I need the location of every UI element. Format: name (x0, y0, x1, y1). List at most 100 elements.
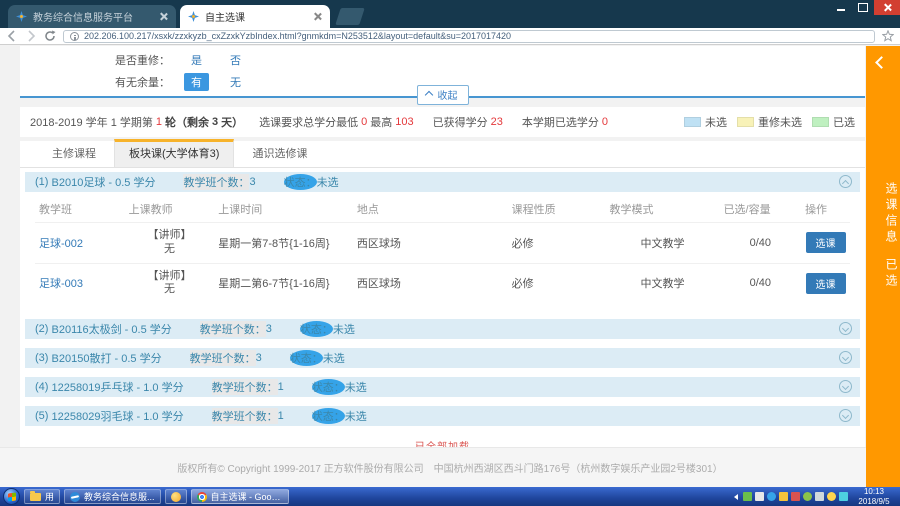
legend-retake-label: 重修未选 (758, 114, 802, 130)
teacher-name: 无 (129, 283, 211, 297)
capacity: 0/40 (720, 263, 802, 303)
maximize-icon[interactable] (852, 0, 874, 15)
arrow-left-icon[interactable] (875, 56, 888, 69)
load-more-text[interactable]: ......已全部加载...... (25, 438, 860, 447)
select-course-button[interactable]: 选课 (806, 273, 846, 294)
col-mode: 教学模式 (605, 196, 719, 223)
tray-icon-4[interactable] (779, 492, 788, 501)
show-hidden-icons-icon[interactable] (734, 494, 738, 500)
collapse-section-icon[interactable] (839, 175, 852, 188)
forward-icon[interactable] (25, 30, 37, 42)
class-count: 1 (278, 381, 284, 393)
close-window-icon[interactable] (874, 0, 900, 15)
section-no: (2) (35, 323, 48, 335)
tray-icon-3[interactable] (767, 492, 776, 501)
close-tab-icon[interactable] (313, 12, 322, 21)
tray-icon-9[interactable] (839, 492, 848, 501)
course-tabs: 主修课程 板块课(大学体育3) 通识选修课 (20, 141, 865, 168)
folder-icon (30, 493, 41, 501)
teach-mode: 中文教学 (605, 223, 719, 264)
browser-tab-course-select[interactable]: 自主选课 (180, 5, 330, 28)
taskbar-button-label: 教务综合信息服... (84, 490, 155, 503)
browser-tab-portal[interactable]: 教务综合信息服务平台 (8, 5, 176, 28)
taskbar-app-button[interactable] (165, 489, 187, 504)
tray-icon-1[interactable] (743, 492, 752, 501)
tray-icon-2[interactable] (755, 492, 764, 501)
section-title: 12258019乒乓球 - 1.0 学分 (52, 379, 184, 395)
tray-icon-7[interactable] (815, 492, 824, 501)
col-capacity: 已选/容量 (720, 196, 802, 223)
filter-repeat-label: 是否重修： (20, 52, 170, 68)
teacher-name: 无 (129, 243, 211, 257)
collapse-filter-button[interactable]: 收起 (417, 85, 469, 105)
class-table: 教学班 上课教师 上课时间 地点 课程性质 教学模式 已选/容量 操作 足球-0… (35, 196, 850, 303)
class-link[interactable]: 足球-002 (39, 238, 83, 250)
back-icon[interactable] (6, 30, 18, 42)
credit-max: 103 (395, 116, 413, 128)
current-label: 本学期已选学分 (522, 114, 599, 130)
filter-capacity-option-has[interactable]: 有 (184, 73, 209, 91)
status-legend: 未选 重修未选 已选 (684, 114, 855, 130)
internet-explorer-icon (70, 492, 80, 502)
section-title: B20116太极剑 - 0.5 学分 (52, 321, 172, 337)
section-header-badminton[interactable]: (5) 12258029羽毛球 - 1.0 学分 教学班个数： 1 状态： 未选 (25, 406, 860, 426)
address-bar[interactable]: 202.206.100.217/xsxk/zzxkyzb_cxZzxkYzbIn… (63, 30, 875, 43)
tray-icon-8[interactable] (827, 492, 836, 501)
start-button[interactable] (3, 488, 20, 505)
section-header-football[interactable]: (1) B2010足球 - 0.5 学分 教学班个数： 3 状态： 未选 (25, 172, 860, 192)
filter-repeat-option-no[interactable]: 否 (223, 51, 248, 69)
select-course-button[interactable]: 选课 (806, 232, 846, 253)
taskbar: 用 教务综合信息服... 自主选课 - Goog... 10:13 2018/9… (0, 487, 900, 506)
col-teacher: 上课教师 (125, 196, 215, 223)
section-header-sanda[interactable]: (3) B20150散打 - 0.5 学分 教学班个数： 3 状态： 未选 (25, 348, 860, 368)
copyright-footer: 版权所有© Copyright 1999-2017 正方软件股份有限公司 中国杭… (0, 447, 900, 487)
side-panel-info-label[interactable]: 选课信息 (866, 182, 900, 246)
new-tab-button[interactable] (335, 8, 365, 25)
col-place: 地点 (353, 196, 508, 223)
earned-credits: 23 (491, 116, 503, 128)
expand-section-icon[interactable] (839, 351, 852, 364)
taskbar-button-label: 用 (45, 490, 54, 503)
filter-repeat-option-yes[interactable]: 是 (184, 51, 209, 69)
tray-icon-5[interactable] (791, 492, 800, 501)
tab-title: 自主选课 (205, 9, 307, 24)
class-link[interactable]: 足球-003 (39, 278, 83, 290)
clock-time: 10:13 (851, 487, 897, 497)
legend-selected-label: 已选 (833, 114, 855, 130)
class-count: 3 (249, 176, 255, 188)
section-header-pingpong[interactable]: (4) 12258019乒乓球 - 1.0 学分 教学班个数： 1 状态： 未选 (25, 377, 860, 397)
tray-icon-6[interactable] (803, 492, 812, 501)
section-no: (1) (35, 176, 48, 188)
close-tab-icon[interactable] (159, 12, 168, 21)
taskbar-folder-button[interactable]: 用 (24, 489, 60, 504)
page-info-icon[interactable] (70, 32, 79, 41)
course-nature: 必修 (508, 223, 606, 264)
bookmark-star-icon[interactable] (882, 30, 894, 42)
status-label: 状态： (312, 408, 345, 424)
table-row: 足球-002 【讲师】 无 星期一第7-8节{1-16周} 西区球场 必修 中文… (35, 223, 850, 264)
round-unit: 轮（剩余 (165, 114, 209, 130)
browser-titlebar: 教务综合信息服务平台 自主选课 (0, 0, 900, 28)
class-count-label: 教学班个数： (183, 174, 249, 190)
section-title: 12258029羽毛球 - 1.0 学分 (52, 408, 184, 424)
current-credits: 0 (602, 116, 608, 128)
round-number: 1 (156, 116, 162, 128)
table-header-row: 教学班 上课教师 上课时间 地点 课程性质 教学模式 已选/容量 操作 (35, 196, 850, 223)
tab-pe-block-courses[interactable]: 板块课(大学体育3) (114, 139, 234, 167)
expand-section-icon[interactable] (839, 409, 852, 422)
tab-major-courses[interactable]: 主修课程 (38, 140, 110, 167)
taskbar-chrome-button[interactable]: 自主选课 - Goog... (191, 489, 289, 504)
url-text: 202.206.100.217/xsxk/zzxkyzb_cxZzxkYzbIn… (84, 31, 511, 41)
expand-section-icon[interactable] (839, 322, 852, 335)
expand-section-icon[interactable] (839, 380, 852, 393)
course-list: (1) B2010足球 - 0.5 学分 教学班个数： 3 状态： 未选 教学班… (20, 168, 865, 447)
taskbar-clock[interactable]: 10:13 2018/9/5 (851, 487, 897, 506)
reload-icon[interactable] (44, 30, 56, 42)
tab-general-electives[interactable]: 通识选修课 (238, 140, 321, 167)
status-label: 状态： (290, 350, 323, 366)
side-panel-selected-label[interactable]: 已选 (866, 258, 900, 290)
taskbar-ie-button[interactable]: 教务综合信息服... (64, 489, 161, 504)
minimize-icon[interactable] (830, 0, 852, 15)
filter-capacity-option-none[interactable]: 无 (223, 73, 248, 91)
section-header-taijijian[interactable]: (2) B20116太极剑 - 0.5 学分 教学班个数： 3 状态： 未选 (25, 319, 860, 339)
